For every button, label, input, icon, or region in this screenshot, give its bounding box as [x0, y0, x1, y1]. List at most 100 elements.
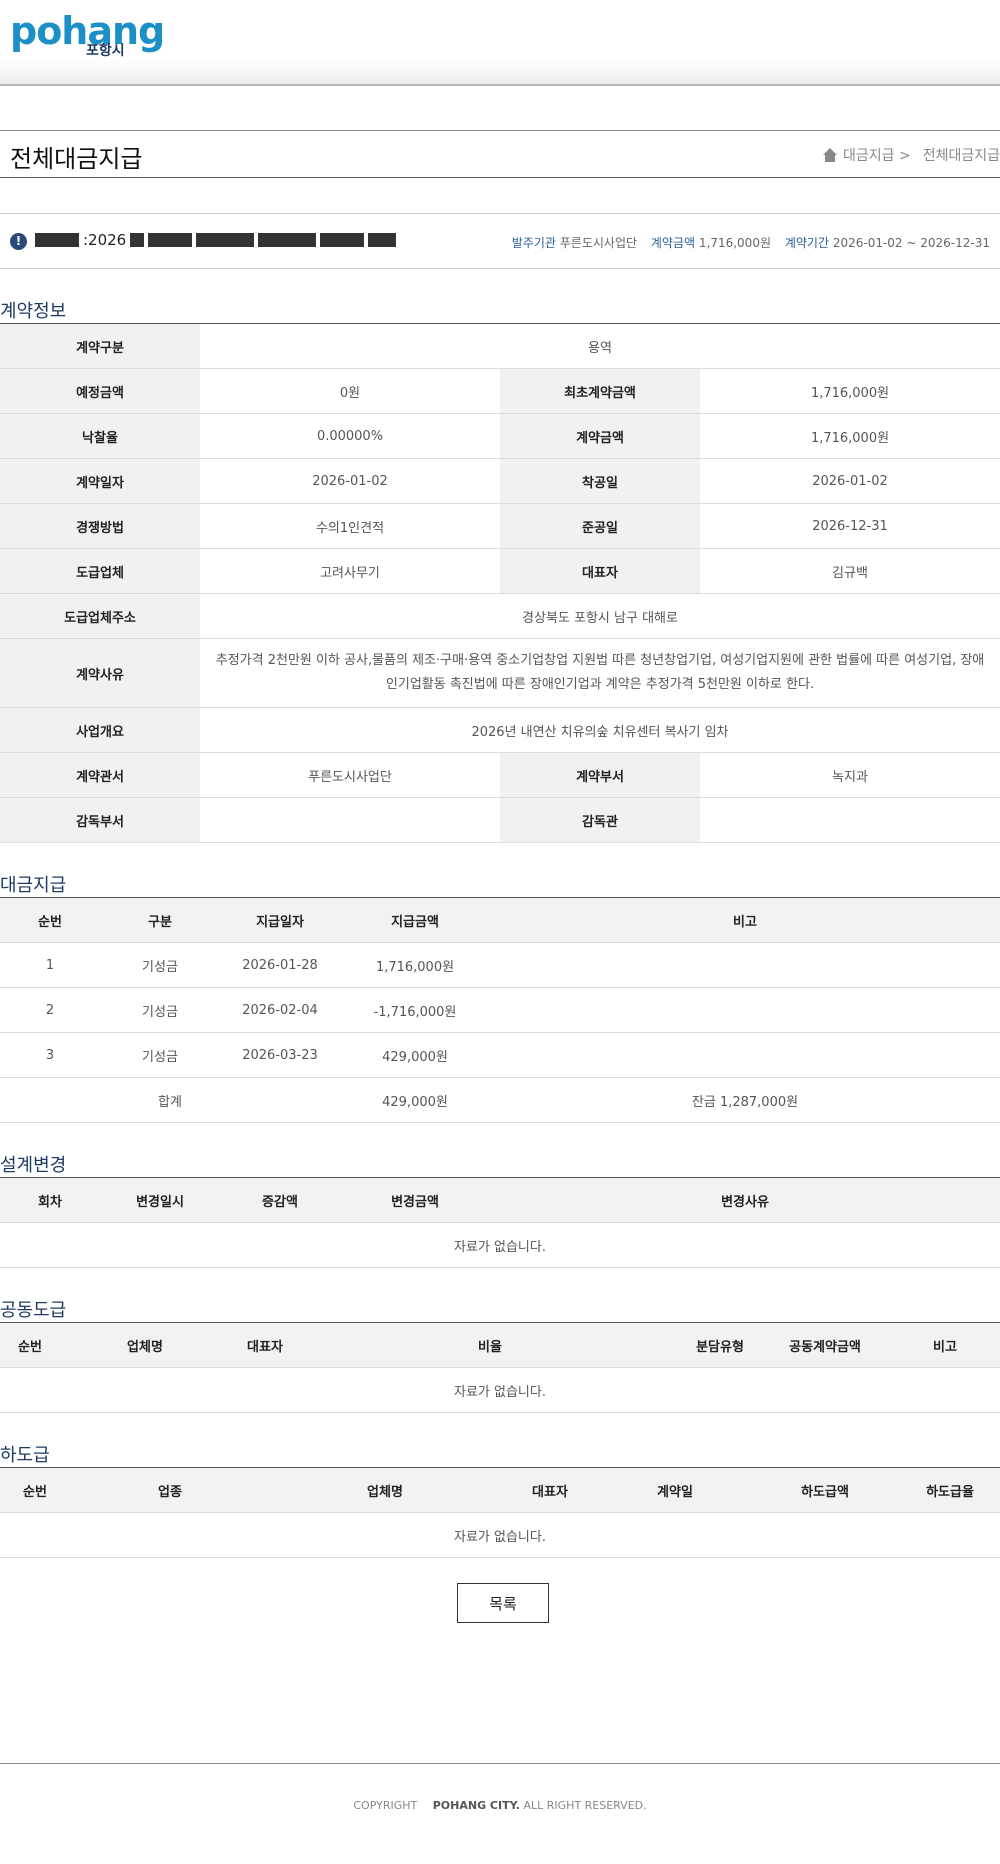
- contract-title-prefix: :2026: [83, 231, 127, 249]
- joint-contract-table: 순번 업체명 대표자 비율 분담유형 공동계약금액 비고 자료가 없습니다.: [0, 1322, 1000, 1413]
- cell-type: 기성금: [100, 987, 220, 1033]
- section-title-contract: 계약정보: [0, 301, 67, 322]
- logo-subtitle: 포항시: [86, 43, 125, 59]
- period-label: 계약기간: [784, 236, 829, 250]
- table-row: 사업개요 2026년 내연산 치유의숲 치유센터 복사기 임차: [0, 707, 1000, 753]
- col-header-seq: 순번: [0, 1322, 60, 1368]
- col-header-sub-rate: 하도급율: [900, 1467, 1000, 1513]
- cell-note: [490, 1032, 1000, 1078]
- table-row: 도급업체주소 경상북도 포항시 남구 대해로: [0, 593, 1000, 639]
- table-row: 예정금액 0원 최초계약금액 1,716,000원: [0, 368, 1000, 414]
- col-header-delta: 증감액: [220, 1177, 340, 1223]
- contract-office-label: 계약관서: [0, 752, 200, 798]
- bid-method-label: 경쟁방법: [0, 503, 200, 549]
- table-row: 계약관서 푸른도시사업단 계약부서 녹지과: [0, 752, 1000, 798]
- col-header-pay-amount: 지급금액: [340, 897, 490, 943]
- col-header-pay-date: 지급일자: [220, 897, 340, 943]
- table-header-row: 순번 구분 지급일자 지급금액 비고: [0, 897, 1000, 943]
- contract-date-value: 2026-01-02: [200, 458, 500, 504]
- payment-table: 순번 구분 지급일자 지급금액 비고 1 기성금 2026-01-28 1,71…: [0, 897, 1000, 1123]
- first-contract-amount-value: 1,716,000원: [700, 368, 1000, 414]
- cell-seq: 1: [0, 942, 100, 988]
- table-row: 1 기성금 2026-01-28 1,716,000원: [0, 942, 1000, 988]
- cell-type: 기성금: [100, 1032, 220, 1078]
- representative-value: 김규백: [700, 548, 1000, 594]
- contract-amount-label: 계약금액: [500, 413, 700, 459]
- table-header-row: 순번 업체명 대표자 비율 분담유형 공동계약금액 비고: [0, 1322, 1000, 1368]
- project-summary-value: 2026년 내연산 치유의숲 치유센터 복사기 임차: [200, 707, 1000, 753]
- col-header-ratio: 비율: [300, 1322, 680, 1368]
- section-title-subcontract: 하도급: [0, 1445, 50, 1466]
- subcontract-table: 순번 업종 업체명 대표자 계약일 하도급액 하도급율 자료가 없습니다.: [0, 1467, 1000, 1558]
- contract-type-label: 계약구분: [0, 323, 200, 369]
- col-header-seq: 순번: [0, 1467, 70, 1513]
- contract-title-masked: :2026: [35, 231, 397, 249]
- col-header-industry: 업종: [70, 1467, 270, 1513]
- contract-amount-value: 1,716,000원: [700, 413, 1000, 459]
- cell-pay-date: 2026-01-28: [220, 942, 340, 988]
- table-row: 계약구분 용역: [0, 323, 1000, 369]
- org-value: 푸른도시사업단: [559, 236, 638, 250]
- copyright-rights: ALL RIGHT RESERVED.: [523, 1799, 647, 1812]
- total-label: 합계: [0, 1077, 340, 1123]
- empty-message: 자료가 없습니다.: [0, 1222, 1000, 1268]
- col-header-seq: 순번: [0, 897, 100, 943]
- contract-meta: 발주기관 푸른도시사업단 계약금액 1,716,000원 계약기간 2026-0…: [502, 234, 990, 251]
- contract-dept-label: 계약부서: [500, 752, 700, 798]
- col-header-change-datetime: 변경일시: [100, 1177, 220, 1223]
- org-label: 발주기관: [511, 236, 556, 250]
- pohang-logo[interactable]: pohang 포항시: [10, 8, 165, 59]
- col-header-representative: 대표자: [230, 1322, 300, 1368]
- start-date-value: 2026-01-02: [700, 458, 1000, 504]
- start-date-label: 착공일: [500, 458, 700, 504]
- col-header-type: 구분: [100, 897, 220, 943]
- cell-pay-amount: 1,716,000원: [340, 942, 490, 988]
- section-title-joint-contract: 공동도급: [0, 1300, 67, 1321]
- contract-dept-value: 녹지과: [700, 752, 1000, 798]
- contract-date-label: 계약일자: [0, 458, 200, 504]
- section-title-design-change: 설계변경: [0, 1155, 67, 1176]
- table-empty-row: 자료가 없습니다.: [0, 1512, 1000, 1558]
- section-title-payment: 대금지급: [0, 875, 67, 896]
- redacted-block: [368, 233, 397, 247]
- footer: COPYRIGHT POHANG CITY. ALL RIGHT RESERVE…: [0, 1763, 1000, 1864]
- col-header-joint-amount: 공동계약금액: [760, 1322, 890, 1368]
- table-row: 감독부서 감독관: [0, 797, 1000, 843]
- col-header-changed-amount: 변경금액: [340, 1177, 490, 1223]
- cell-pay-date: 2026-03-23: [220, 1032, 340, 1078]
- redacted-block: [258, 233, 317, 247]
- cell-type: 기성금: [100, 942, 220, 988]
- table-row: 도급업체 고려사무기 대표자 김규백: [0, 548, 1000, 594]
- cell-note: [490, 987, 1000, 1033]
- bid-rate-value: 0.00000%: [200, 413, 500, 459]
- col-header-change-reason: 변경사유: [490, 1177, 1000, 1223]
- contractor-value: 고려사무기: [200, 548, 500, 594]
- breadcrumb-item-payment[interactable]: 대금지급 >: [843, 145, 911, 165]
- exclamation-icon: !: [10, 233, 27, 250]
- table-row: 3 기성금 2026-03-23 429,000원: [0, 1032, 1000, 1078]
- col-header-share-type: 분담유형: [680, 1322, 760, 1368]
- estimated-amount-label: 예정금액: [0, 368, 200, 414]
- first-contract-amount-label: 최초계약금액: [500, 368, 700, 414]
- representative-label: 대표자: [500, 548, 700, 594]
- cell-pay-date: 2026-02-04: [220, 987, 340, 1033]
- amount-value: 1,716,000원: [698, 236, 771, 250]
- contract-reason-label: 계약사유: [0, 638, 200, 708]
- contractor-label: 도급업체: [0, 548, 200, 594]
- amount-label: 계약금액: [650, 236, 696, 250]
- empty-message: 자료가 없습니다.: [0, 1512, 1000, 1558]
- contract-summary-bar: ! :2026 발주기관 푸른도시사업단 계약금액 1,716,000원 계약기…: [0, 213, 1000, 269]
- table-row: 2 기성금 2026-02-04 -1,716,000원: [0, 987, 1000, 1033]
- breadcrumb-item-current: 전체대금지급: [922, 148, 1000, 164]
- copyright-label: COPYRIGHT: [353, 1799, 418, 1812]
- home-icon[interactable]: [823, 148, 838, 162]
- bid-method-value: 수의1인견적: [200, 503, 500, 549]
- supervisor-label: 감독관: [500, 797, 700, 843]
- contract-office-value: 푸른도시사업단: [200, 752, 500, 798]
- total-amount: 429,000원: [340, 1077, 490, 1123]
- completion-date-value: 2026-12-31: [700, 503, 1000, 549]
- list-button[interactable]: 목록: [457, 1583, 549, 1623]
- breadcrumb: 대금지급 > 전체대금지급: [823, 145, 1000, 165]
- table-header-row: 회차 변경일시 증감액 변경금액 변경사유: [0, 1177, 1000, 1223]
- table-header-row: 순번 업종 업체명 대표자 계약일 하도급액 하도급율: [0, 1467, 1000, 1513]
